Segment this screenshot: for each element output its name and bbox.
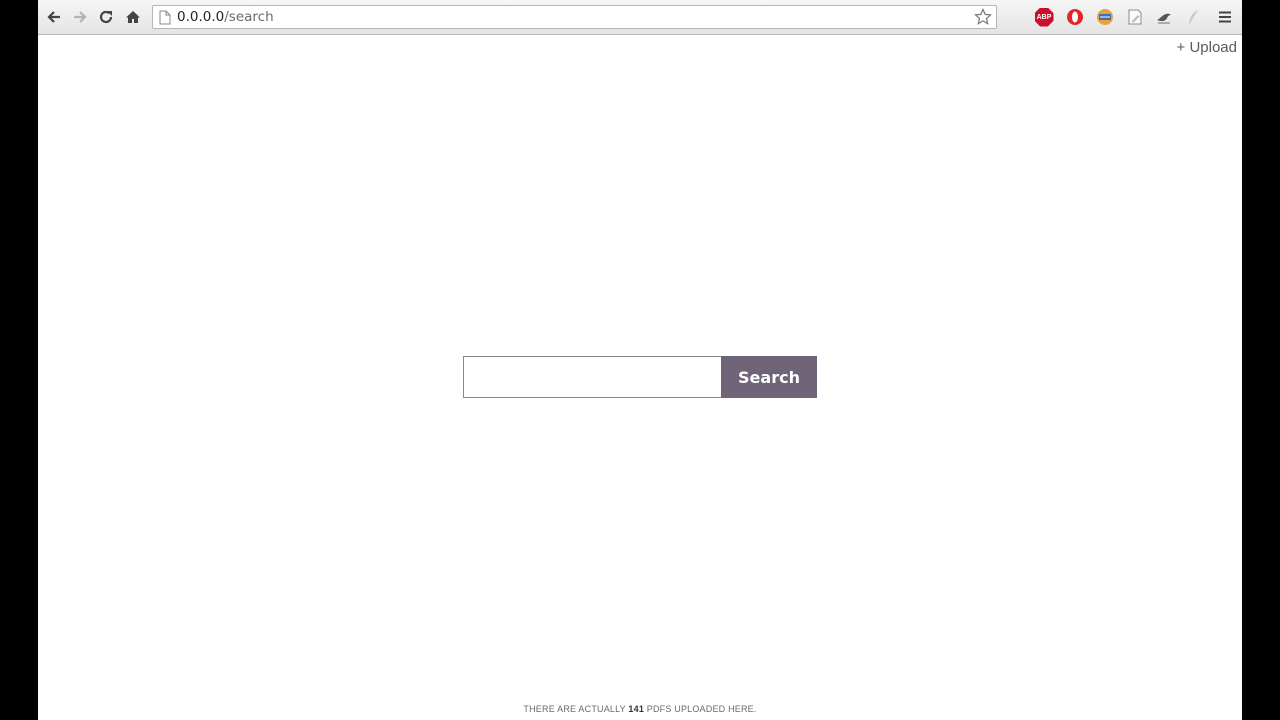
- text-extension-icon: [1097, 9, 1113, 25]
- footer-suffix: PDFS UPLOADED HERE.: [646, 704, 757, 714]
- menu-icon: [1219, 11, 1231, 23]
- feather-icon: [1189, 10, 1198, 24]
- footer-prefix: THERE ARE ACTUALLY: [523, 704, 626, 714]
- reload-button[interactable]: [95, 6, 117, 28]
- opera-extension-button[interactable]: [1065, 7, 1085, 27]
- bookmark-star-icon[interactable]: [974, 8, 992, 26]
- home-icon: [126, 11, 140, 23]
- bird-extension-button[interactable]: [1154, 7, 1174, 27]
- back-arrow-icon: [47, 11, 60, 23]
- pdf-count-footer: THERE ARE ACTUALLY 141 PDFS UPLOADED HER…: [38, 704, 1242, 714]
- bird-icon: [1157, 13, 1171, 24]
- upload-link[interactable]: + Upload: [1177, 39, 1237, 56]
- search-input[interactable]: [463, 356, 721, 398]
- page-icon: [159, 10, 171, 25]
- home-button[interactable]: [122, 6, 144, 28]
- url-path: /search: [224, 9, 274, 25]
- address-bar[interactable]: 0.0.0.0/search: [152, 5, 997, 29]
- reload-icon: [99, 10, 113, 24]
- notes-extension-button[interactable]: [1125, 7, 1145, 27]
- search-form: Search: [463, 356, 817, 398]
- back-button[interactable]: [43, 6, 65, 28]
- browser-window: 0.0.0.0/search ABP + Upload Search THERE…: [38, 0, 1242, 720]
- opera-icon: [1067, 9, 1083, 25]
- adblock-plus-icon: ABP: [1034, 7, 1054, 27]
- adblock-plus-button[interactable]: ABP: [1034, 7, 1054, 27]
- feather-extension-button[interactable]: [1183, 7, 1203, 27]
- browser-toolbar: 0.0.0.0/search ABP: [38, 0, 1242, 35]
- url-host: 0.0.0.0: [177, 9, 225, 25]
- pdf-count: 141: [628, 704, 645, 714]
- url-text: 0.0.0.0/search: [177, 9, 274, 25]
- forward-arrow-icon: [74, 11, 87, 23]
- notes-icon: [1128, 9, 1142, 25]
- search-button[interactable]: Search: [721, 356, 817, 398]
- text-extension-button[interactable]: [1095, 7, 1115, 27]
- chrome-menu-button[interactable]: [1215, 7, 1235, 27]
- forward-button[interactable]: [69, 6, 91, 28]
